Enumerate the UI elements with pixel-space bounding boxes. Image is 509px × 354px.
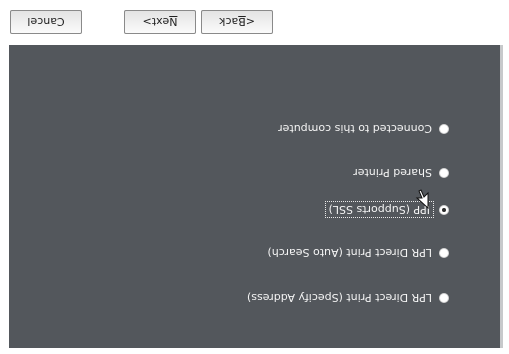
radio-button[interactable] <box>439 248 449 258</box>
radio-dot <box>442 208 446 212</box>
next-label: ext <box>151 15 170 29</box>
cancel-label: Cancel <box>27 15 65 29</box>
back-label: ack <box>219 15 239 29</box>
back-button[interactable]: < Back <box>201 10 273 34</box>
mouse-pointer-icon <box>415 189 429 209</box>
radio-button[interactable] <box>439 124 449 134</box>
radio-button-selected[interactable] <box>439 205 449 215</box>
option-lpr-auto-search[interactable]: LPR Direct Print (Auto Search) <box>267 245 449 261</box>
option-lpr-specify-address[interactable]: LPR Direct Print (Specify Address) <box>247 290 449 306</box>
radio-button[interactable] <box>439 293 449 303</box>
back-mnemonic: B <box>238 15 246 29</box>
back-prefix: < <box>245 15 255 29</box>
option-connected-to-computer[interactable]: Connected to this computer <box>278 121 449 137</box>
option-shared-printer[interactable]: Shared Printer <box>353 165 449 181</box>
option-label: Shared Printer <box>353 166 432 180</box>
next-mnemonic: N <box>169 15 178 29</box>
radio-button[interactable] <box>439 168 449 178</box>
option-ipp-ssl[interactable]: IPP (Supports SSL) <box>324 201 449 219</box>
dialog: LPR Direct Print (Specify Address) LPR D… <box>0 0 509 354</box>
cancel-button[interactable]: Cancel <box>10 10 82 34</box>
option-label: Connected to this computer <box>278 122 432 136</box>
panel-edge <box>500 45 503 348</box>
button-bar: < Back Next > Cancel <box>0 0 509 45</box>
next-button[interactable]: Next > <box>124 10 196 34</box>
option-label: LPR Direct Print (Auto Search) <box>267 246 432 260</box>
next-suffix: > <box>142 15 152 29</box>
option-label: LPR Direct Print (Specify Address) <box>246 291 432 305</box>
options-panel: LPR Direct Print (Specify Address) LPR D… <box>9 45 503 348</box>
